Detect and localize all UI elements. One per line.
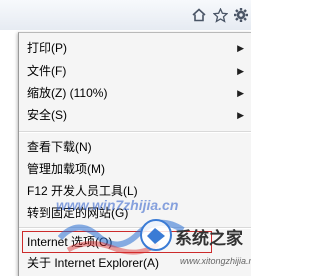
menu-item-file[interactable]: 文件(F) ▶	[19, 60, 251, 82]
browser-window: 打印(P) ▶ 文件(F) ▶ 缩放(Z) (110%) ▶ 安全(S) ▶ 查…	[0, 0, 251, 276]
menu-item-label: 查看下载(N)	[27, 140, 92, 154]
menu-item-print[interactable]: 打印(P) ▶	[19, 37, 251, 59]
tools-button[interactable]	[232, 6, 250, 24]
menu-item-view-downloads[interactable]: 查看下载(N)	[19, 136, 251, 158]
menu-item-zoom[interactable]: 缩放(Z) (110%) ▶	[19, 82, 251, 104]
menu-item-label: 打印(P)	[27, 41, 67, 55]
menu-item-label: 管理加载项(M)	[27, 162, 105, 176]
menu-item-manage-addons[interactable]: 管理加载项(M)	[19, 158, 251, 180]
home-icon	[192, 8, 206, 22]
submenu-arrow-icon: ▶	[237, 66, 244, 76]
watermark-logo-text: 系统之家	[175, 229, 243, 248]
browser-toolbar	[0, 0, 251, 30]
menu-item-safety[interactable]: 安全(S) ▶	[19, 104, 251, 126]
home-button[interactable]	[190, 6, 208, 24]
submenu-arrow-icon: ▶	[237, 88, 244, 98]
gear-icon	[234, 8, 248, 22]
menu-item-label: 文件(F)	[27, 64, 67, 78]
submenu-arrow-icon: ▶	[237, 43, 244, 53]
menu-item-label: 安全(S)	[27, 108, 67, 122]
menu-item-label: 缩放(Z) (110%)	[27, 86, 108, 100]
submenu-arrow-icon: ▶	[237, 110, 244, 120]
favorites-button[interactable]	[211, 6, 229, 24]
watermark-text: www.win7zhijia.cn	[56, 197, 179, 213]
star-icon	[212, 7, 228, 23]
menu-separator	[19, 131, 251, 133]
watermark-site: www.xitongzhijia.net	[180, 256, 251, 266]
